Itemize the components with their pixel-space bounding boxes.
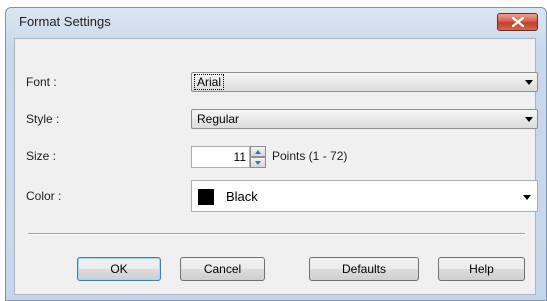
ok-button[interactable]: OK — [77, 257, 161, 281]
close-icon — [511, 17, 524, 27]
cancel-button[interactable]: Cancel — [180, 257, 265, 281]
size-range-hint: Points (1 - 72) — [272, 149, 348, 163]
separator — [28, 233, 525, 235]
dialog-body: Font : Arial Style : Regular Size : 11 P… — [14, 38, 538, 295]
color-select-value: Black — [226, 189, 258, 204]
chevron-down-icon — [525, 117, 533, 122]
spin-down-icon — [255, 161, 261, 165]
font-select-value: Arial — [193, 74, 225, 90]
style-select-value: Regular — [197, 112, 240, 126]
style-select[interactable]: Regular — [191, 109, 538, 129]
format-settings-dialog: Format Settings Font : Arial Style : Reg… — [5, 7, 547, 301]
font-select[interactable]: Arial — [191, 72, 538, 92]
size-label: Size : — [26, 149, 57, 163]
spin-up-icon — [255, 150, 261, 154]
help-button[interactable]: Help — [438, 257, 525, 281]
size-decrement-button[interactable] — [250, 157, 266, 168]
defaults-button[interactable]: Defaults — [309, 257, 419, 281]
size-stepper — [250, 146, 266, 168]
style-label: Style : — [26, 112, 60, 126]
dialog-title: Format Settings — [19, 14, 111, 29]
title-bar[interactable]: Format Settings — [6, 8, 546, 38]
size-increment-button[interactable] — [250, 146, 266, 157]
color-label: Color : — [26, 189, 62, 203]
chevron-down-icon — [523, 195, 531, 200]
color-swatch — [198, 189, 214, 205]
color-select[interactable]: Black — [191, 180, 538, 212]
size-input[interactable]: 11 — [191, 146, 250, 168]
chevron-down-icon — [525, 80, 533, 85]
font-label: Font : — [26, 75, 57, 89]
size-input-value: 11 — [233, 150, 246, 164]
close-button[interactable] — [497, 13, 538, 31]
